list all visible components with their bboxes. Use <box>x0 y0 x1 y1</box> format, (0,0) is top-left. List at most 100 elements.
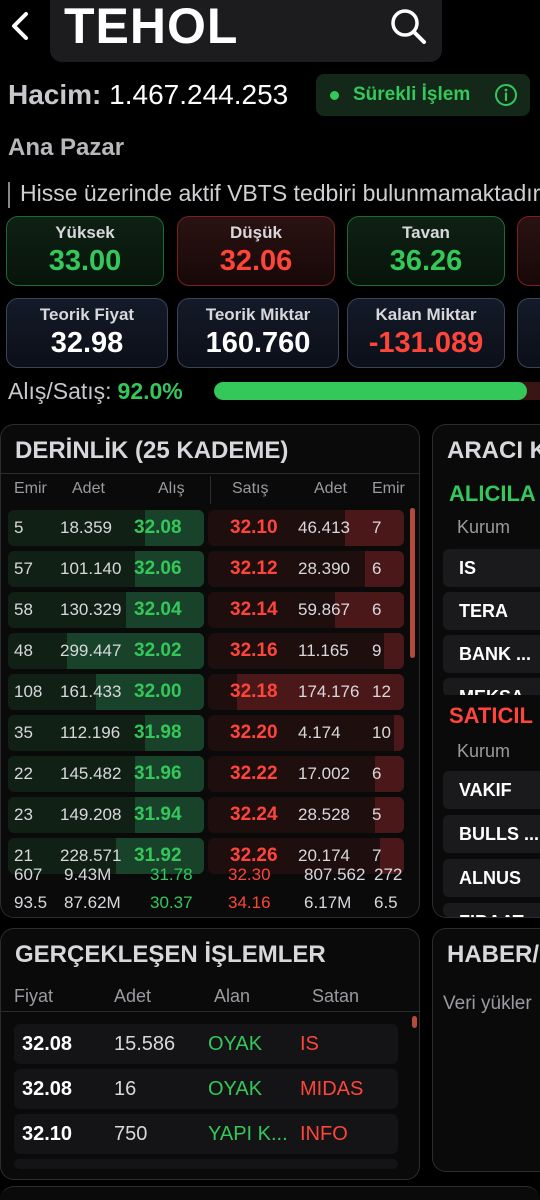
depth-row[interactable]: 108 161.433 32.00 32.18 174.176 12 <box>8 674 404 710</box>
bid-price: 32.08 <box>134 517 182 538</box>
depth-row[interactable]: 58 130.329 32.04 32.14 59.867 6 <box>8 592 404 628</box>
trade-row[interactable]: 32.10 750 YAPI K... INFO <box>14 1114 398 1154</box>
depth-bid-cell[interactable]: 22 145.482 31.96 <box>8 756 204 792</box>
stat-card-low: Düşük 32.06 <box>177 216 335 286</box>
search-icon[interactable] <box>388 6 428 46</box>
vbts-notice-text: Hisse üzerinde aktif VBTS tedbiri bulunm… <box>20 180 540 206</box>
seller-broker[interactable]: BULLS ... <box>443 815 540 853</box>
seller-broker[interactable]: FIBAAT <box>443 903 540 917</box>
seller-broker[interactable]: VAKIF <box>443 771 540 809</box>
depth-bid-cell[interactable]: 35 112.196 31.98 <box>8 715 204 751</box>
trade-row[interactable]: 32.08 1400 OYAK HALKY <box>14 1159 398 1169</box>
depth-ask-cell[interactable]: 32.24 28.528 5 <box>208 797 404 833</box>
sellers-col-kurum: Kurum <box>457 741 511 761</box>
depth-row[interactable]: 23 149.208 31.94 32.24 28.528 5 <box>8 797 404 833</box>
buyer-broker[interactable]: IS <box>443 549 540 587</box>
depth-ask-fill <box>364 551 404 587</box>
broker-title: ARACI K <box>447 437 540 464</box>
bid-orders: 35 <box>14 723 33 742</box>
trades-scrollbar[interactable] <box>412 1016 417 1028</box>
depth-col-ask-orders: Emir <box>372 480 405 497</box>
news-panel[interactable]: HABER/ Veri yükler <box>432 928 540 1172</box>
volume-readout: Hacim: 1.467.244.253 <box>8 78 288 112</box>
bid-orders: 5 <box>14 518 24 537</box>
trade-qty: 1400 <box>114 1159 159 1169</box>
sum-ask-qty: 807.562 <box>304 865 366 884</box>
trade-seller: MIDAS <box>300 1078 364 1100</box>
stat-label: Düşük <box>230 223 282 242</box>
trade-price: 32.10 <box>22 1123 73 1145</box>
trade-buyer: YAPI K... <box>208 1123 288 1145</box>
broker-panel[interactable]: ARACI K ALICILA Kurum IS TERA BANK ... M… <box>432 424 540 918</box>
depth-bid-cell[interactable]: 5 18.359 32.08 <box>8 510 204 546</box>
stat-card-theoretical-qty: Teorik Miktar 160.760 <box>177 298 339 368</box>
trade-qty: 750 <box>114 1123 148 1145</box>
depth-row[interactable]: 48 299.447 32.02 32.16 11.165 9 <box>8 633 404 669</box>
sum-bid-qty: 87.62M <box>64 893 121 912</box>
trade-row[interactable]: 32.08 15.586 OYAK IS <box>14 1024 398 1064</box>
depth-ask-cell[interactable]: 32.16 11.165 9 <box>208 633 404 669</box>
buyer-broker[interactable]: MEKSA <box>443 678 540 696</box>
bid-price: 32.06 <box>134 558 182 579</box>
trades-title: GERÇEKLEŞEN İŞLEMLER <box>15 941 326 968</box>
ask-price: 32.12 <box>230 558 278 579</box>
session-status-badge[interactable]: Sürekli İşlem <box>316 74 530 116</box>
ask-qty: 4.174 <box>298 723 341 742</box>
depth-ask-cell[interactable]: 32.18 174.176 12 <box>208 674 404 710</box>
buyer-broker[interactable]: BANK ... <box>443 635 540 673</box>
depth-ask-cell[interactable]: 32.20 4.174 10 <box>208 715 404 751</box>
depth-ask-fill <box>394 715 404 751</box>
bid-orders: 23 <box>14 805 33 824</box>
back-arrow-icon[interactable] <box>4 6 38 46</box>
trade-seller: IS <box>300 1033 319 1055</box>
depth-row[interactable]: 22 145.482 31.96 32.22 17.002 6 <box>8 756 404 792</box>
bid-qty: 299.447 <box>60 641 122 660</box>
depth-ask-cell[interactable]: 32.12 28.390 6 <box>208 551 404 587</box>
depth-row[interactable]: 57 101.140 32.06 32.12 28.390 6 <box>8 551 404 587</box>
trade-row[interactable]: 32.08 16 OYAK MIDAS <box>14 1069 398 1109</box>
stat-value: 160.760 <box>205 327 311 359</box>
depth-bid-cell[interactable]: 48 299.447 32.02 <box>8 633 204 669</box>
bid-orders: 48 <box>14 641 33 660</box>
stat-card-floor-partial <box>517 216 540 286</box>
stat-value: -131.089 <box>368 327 484 359</box>
trade-seller: HALKY <box>300 1159 366 1169</box>
depth-row[interactable]: 35 112.196 31.98 32.20 4.174 10 <box>8 715 404 751</box>
depth-ask-cell[interactable]: 32.10 46.413 7 <box>208 510 404 546</box>
news-loading-text: Veri yükler <box>443 993 532 1014</box>
depth-bid-cell[interactable]: 23 149.208 31.94 <box>8 797 204 833</box>
buyer-broker[interactable]: TERA <box>443 592 540 630</box>
depth-ask-cell[interactable]: 32.14 59.867 6 <box>208 592 404 628</box>
info-icon[interactable] <box>494 83 518 107</box>
ask-orders: 6 <box>372 600 382 619</box>
depth-bid-cell[interactable]: 58 130.329 32.04 <box>8 592 204 628</box>
trade-qty: 16 <box>114 1078 137 1100</box>
ask-qty: 11.165 <box>298 641 349 660</box>
ask-orders: 10 <box>372 723 391 742</box>
trade-buyer: OYAK <box>208 1033 263 1055</box>
buyers-col-kurum: Kurum <box>457 517 511 537</box>
trade-qty: 15.586 <box>114 1033 176 1055</box>
market-label: Ana Pazar <box>8 134 125 161</box>
bid-qty: 112.196 <box>60 723 121 742</box>
ask-price: 32.10 <box>230 517 278 538</box>
ask-orders: 7 <box>372 518 382 537</box>
trade-buyer: OYAK <box>208 1159 262 1169</box>
depth-row[interactable]: 5 18.359 32.08 32.10 46.413 7 <box>8 510 404 546</box>
ask-qty: 28.528 <box>298 805 350 824</box>
ask-orders: 12 <box>372 682 391 701</box>
seller-broker[interactable]: ALNUS <box>443 859 540 897</box>
stat-label: Yüksek <box>55 223 115 242</box>
depth-title: DERİNLİK (25 KADEME) <box>15 437 289 464</box>
news-title: HABER/ <box>447 941 540 968</box>
bid-orders: 57 <box>14 559 33 578</box>
trade-seller: INFO <box>300 1123 348 1145</box>
depth-bid-cell[interactable]: 57 101.140 32.06 <box>8 551 204 587</box>
stat-card-ceiling: Tavan 36.26 <box>347 216 505 286</box>
depth-bid-cell[interactable]: 108 161.433 32.00 <box>8 674 204 710</box>
depth-scrollbar[interactable] <box>410 508 415 658</box>
ask-price: 32.24 <box>230 804 278 825</box>
bid-qty: 149.208 <box>60 805 122 824</box>
ask-orders: 5 <box>372 805 382 824</box>
depth-ask-cell[interactable]: 32.22 17.002 6 <box>208 756 404 792</box>
